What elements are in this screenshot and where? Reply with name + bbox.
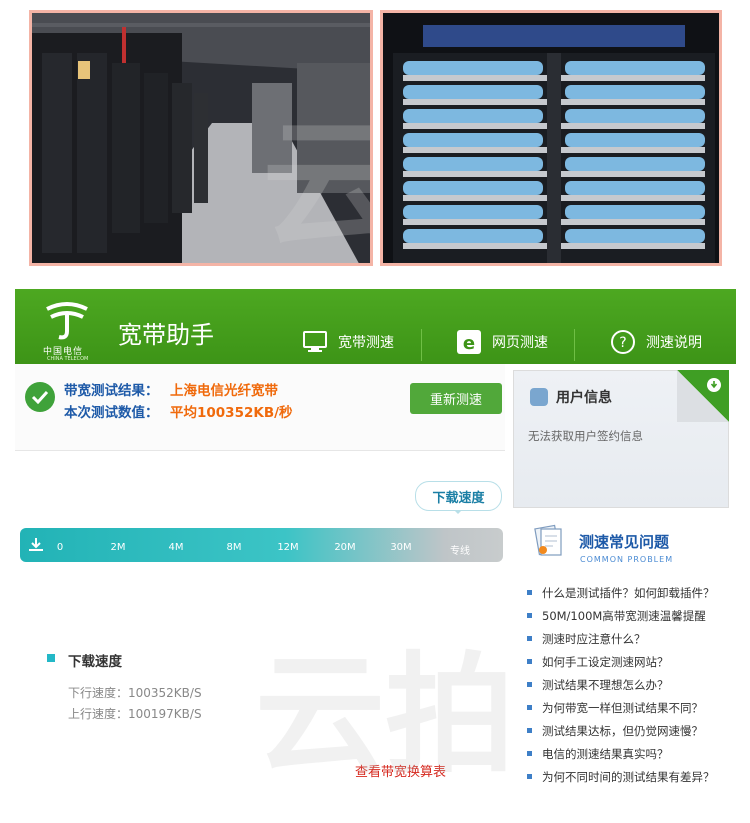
faq-subtitle: COMMON PROBLEM [580, 555, 674, 564]
user-info-header: 用户信息 [530, 387, 612, 407]
download-speed-bubble: 下载速度 [415, 481, 502, 514]
result-label: 带宽测试结果： [64, 383, 159, 399]
svg-text:?: ? [619, 335, 626, 351]
faq-title: 测速常见问题 [579, 532, 670, 551]
patch-panel-photo [380, 10, 722, 266]
user-info-message: 无法获取用户签约信息 [528, 429, 643, 443]
faq-header: 测速常见问题 [531, 523, 669, 559]
value-value: 平均100352KB/秒 [170, 405, 293, 421]
nav-divider [421, 329, 422, 361]
faq-item[interactable]: 什么是测试插件？如何卸载插件？ [527, 581, 741, 604]
user-info-box: 用户信息 无法获取用户签约信息 [513, 370, 729, 508]
faq-item[interactable]: 测试结果不理想怎么办？ [527, 673, 741, 696]
scale-tick-label: 2M [110, 542, 126, 553]
question-icon: ? [610, 329, 636, 355]
faq-item[interactable]: 为何带宽一样但测试结果不同？ [527, 696, 741, 719]
main-panel: 带宽测试结果： 上海电信光纤宽带 本次测试数值： 平均100352KB/秒 重新… [15, 364, 505, 794]
upstream-speed: 上行速度：100197KB/S [68, 707, 202, 721]
tab-webpage-speedtest-label: 网页测速 [492, 335, 548, 351]
faq-item[interactable]: 如何手工设定测速网站？ [527, 650, 741, 673]
scale-tick-label: 30M [390, 542, 412, 553]
download-icon [29, 538, 43, 551]
speed-scale-bar: 0 2M 4M 8M 12M 20M 30M 专线 [20, 528, 503, 562]
user-icon [530, 388, 548, 406]
app-header: 中国电信 CHINA TELECOM 宽带助手 宽带测速 e 网页测速 ? 测速… [15, 289, 736, 364]
faq-item[interactable]: 50M/100M高带宽测速温馨提醒 [527, 604, 741, 627]
watermark-left: 云 [262, 73, 370, 263]
faq-item[interactable]: 电信的测速结果真实吗？ [527, 742, 741, 765]
scale-tick-label: 4M [168, 542, 184, 553]
scale-tick-label: 20M [334, 542, 356, 553]
app-title: 宽带助手 [118, 321, 214, 349]
user-info-title: 用户信息 [556, 390, 612, 406]
result-value: 上海电信光纤宽带 [170, 383, 278, 399]
tab-broadband-speedtest-label: 宽带测速 [338, 335, 394, 351]
patch-panel-image [383, 13, 719, 263]
download-speed-title: 下载速度 [68, 654, 122, 670]
faq-item[interactable]: 为何不同时间的测试结果有差异？ [527, 765, 741, 788]
faq-item[interactable]: 测试结果达标，但仍觉网速慢？ [527, 719, 741, 742]
faq-box: 测速常见问题 COMMON PROBLEM 什么是测试插件？如何卸载插件？ 50… [513, 515, 739, 793]
tab-speedtest-help-label: 测速说明 [646, 335, 702, 351]
page: 云 [0, 0, 750, 823]
faq-list: 什么是测试插件？如何卸载插件？ 50M/100M高带宽测速温馨提醒 测速时应注意… [527, 581, 741, 788]
logo-subtext: CHINA TELECOM [47, 356, 89, 362]
value-label: 本次测试数值： [64, 405, 159, 421]
tab-broadband-speedtest[interactable]: 宽带测速 [302, 326, 394, 358]
svg-text:e: e [463, 333, 475, 354]
tab-webpage-speedtest[interactable]: e 网页测速 [456, 326, 548, 358]
result-box: 带宽测试结果： 上海电信光纤宽带 本次测试数值： 平均100352KB/秒 重新… [15, 364, 505, 451]
scale-tick-label: 0 [56, 542, 64, 553]
scale-tick-label: 专线 [450, 546, 470, 557]
faq-item[interactable]: 测速时应注意什么？ [527, 627, 741, 650]
datacenter-aisle-photo: 云 [29, 10, 373, 266]
downstream-speed: 下行速度：100352KB/S [68, 686, 202, 700]
section-marker [47, 654, 55, 662]
monitor-icon [302, 329, 328, 355]
bandwidth-conversion-link[interactable]: 查看带宽换算表 [355, 761, 446, 780]
tab-speedtest-help[interactable]: ? 测速说明 [610, 326, 702, 358]
check-icon [25, 382, 55, 412]
download-arrow-icon [707, 378, 721, 392]
ie-browser-icon: e [456, 329, 482, 355]
telecom-logo-icon [46, 302, 88, 340]
china-telecom-logo: 中国电信 CHINA TELECOM [37, 297, 97, 362]
nav-divider [574, 329, 575, 361]
faq-documents-icon [534, 524, 562, 556]
scale-tick-label: 12M [277, 542, 299, 553]
retest-button[interactable]: 重新测速 [410, 383, 502, 414]
scale-tick-label: 8M [226, 542, 242, 553]
